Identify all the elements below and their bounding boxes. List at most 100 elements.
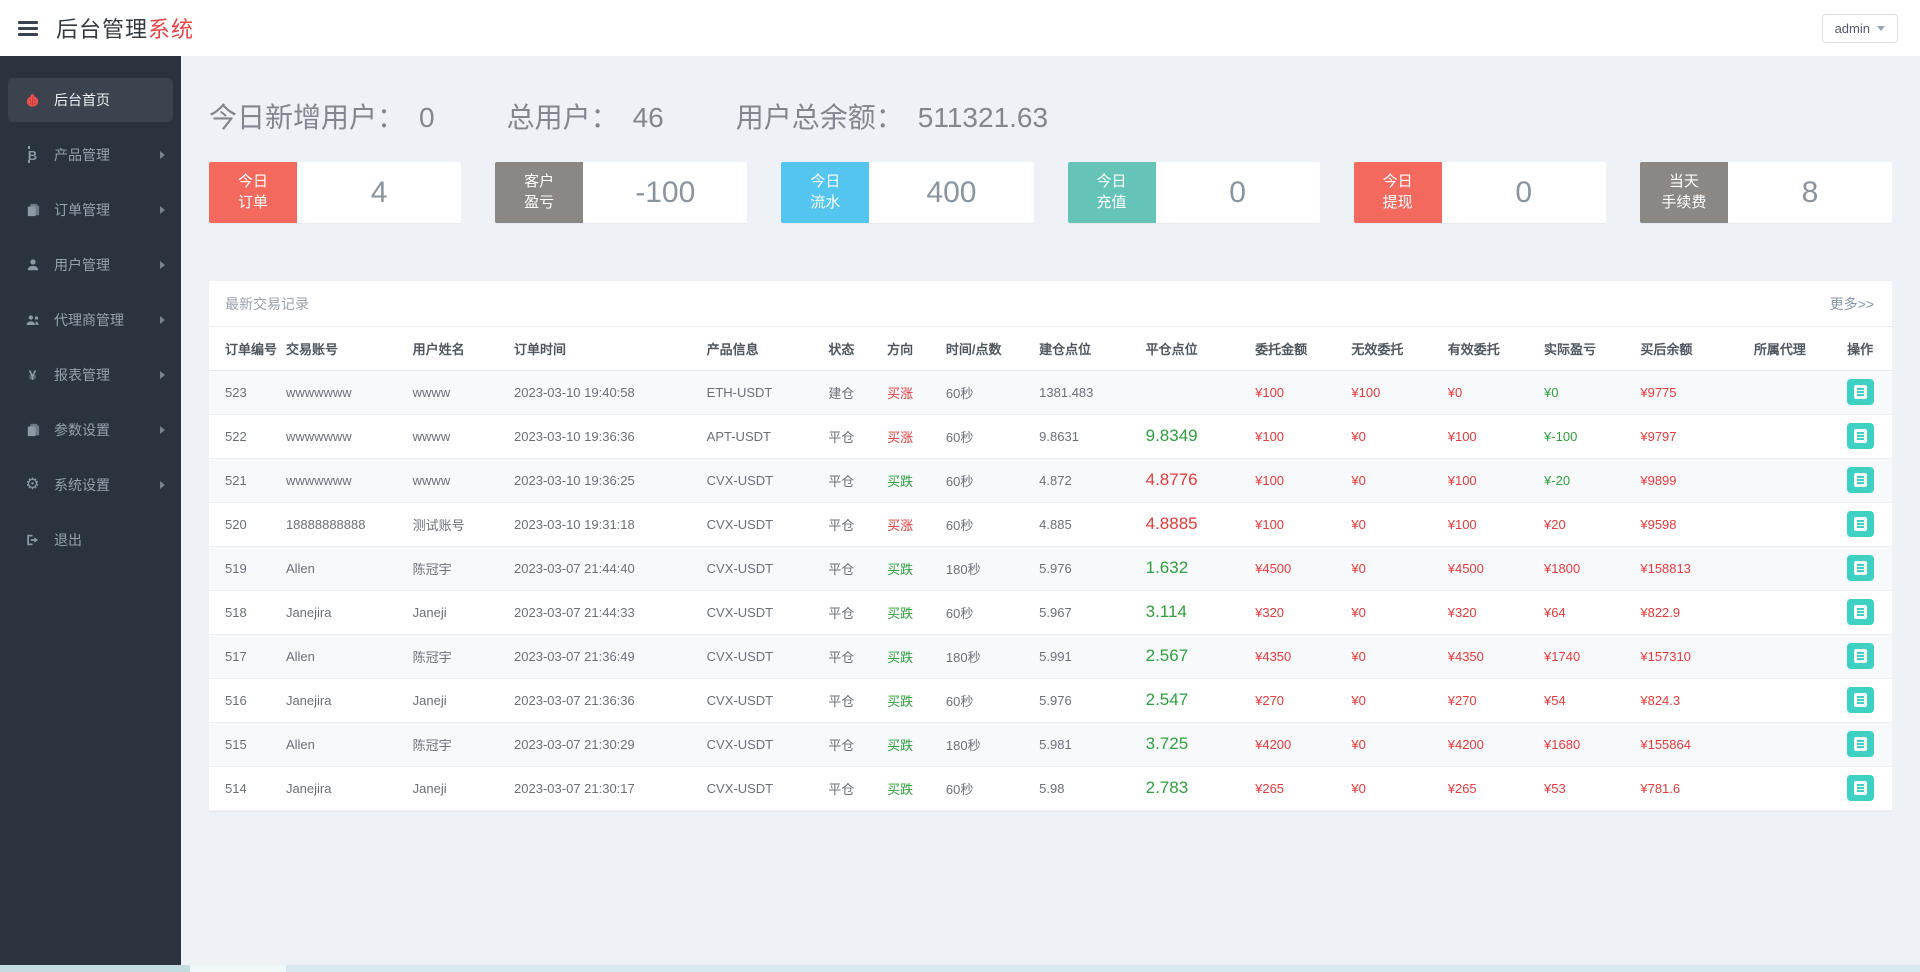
table-cell	[1746, 370, 1839, 414]
row-detail-button[interactable]	[1847, 643, 1874, 669]
table-cell: 5.981	[1031, 722, 1137, 766]
column-header: 产品信息	[699, 327, 821, 370]
row-detail-button[interactable]	[1847, 467, 1874, 493]
stat-card-label: 今日订单	[209, 162, 297, 223]
table-cell	[1746, 590, 1839, 634]
table-cell: ¥4350	[1440, 634, 1536, 678]
sidebar-item-users[interactable]: 用户管理	[0, 243, 181, 287]
table-cell-actions	[1839, 722, 1892, 766]
table-cell: 2.547	[1138, 678, 1247, 722]
chevron-right-icon	[160, 481, 165, 489]
summary-stat-label: 今日新增用户：	[209, 96, 405, 136]
summary-stat-value: 511321.63	[918, 102, 1048, 134]
table-row: 522wwwwwwwwwww2023-03-10 19:36:36APT-USD…	[209, 414, 1892, 458]
sidebar-item-orders[interactable]: 订单管理	[0, 188, 181, 232]
table-cell: 买涨	[879, 414, 938, 458]
chevron-right-icon	[160, 316, 165, 324]
sidebar-item-system[interactable]: 系统设置	[0, 463, 181, 507]
panel-title: 最新交易记录	[225, 294, 309, 314]
ladybug-icon	[24, 93, 41, 108]
list-icon	[1854, 385, 1867, 399]
row-detail-button[interactable]	[1847, 379, 1874, 405]
sidebar-item-products[interactable]: 产品管理	[0, 133, 181, 177]
table-cell	[1138, 370, 1247, 414]
sidebar-item-reports[interactable]: 报表管理	[0, 353, 181, 397]
table-cell: 180秒	[938, 546, 1031, 590]
column-header: 无效委托	[1343, 327, 1439, 370]
sidebar-item-home[interactable]: 后台首页	[8, 78, 173, 122]
table-cell: ¥155864	[1632, 722, 1746, 766]
row-detail-button[interactable]	[1847, 687, 1874, 713]
table-cell: 平仓	[820, 722, 879, 766]
table-cell: 522	[209, 414, 278, 458]
sidebar-item-params[interactable]: 参数设置	[0, 408, 181, 452]
stat-card-value: 0	[1156, 162, 1320, 223]
table-cell-actions	[1839, 678, 1892, 722]
column-header: 交易账号	[278, 327, 405, 370]
table-cell: 1.632	[1138, 546, 1247, 590]
table-cell: 5.976	[1031, 678, 1137, 722]
row-detail-button[interactable]	[1847, 731, 1874, 757]
list-icon	[1854, 781, 1867, 795]
sidebar-item-agents[interactable]: 代理商管理	[0, 298, 181, 342]
table-cell: 60秒	[938, 678, 1031, 722]
row-detail-button[interactable]	[1847, 599, 1874, 625]
copy-icon	[24, 423, 41, 437]
table-cell: ¥0	[1343, 502, 1439, 546]
scrollbar-thumb[interactable]	[0, 965, 190, 972]
table-cell: CVX-USDT	[699, 634, 821, 678]
table-cell: 平仓	[820, 766, 879, 810]
table-cell: ¥0	[1343, 546, 1439, 590]
table-cell: 买跌	[879, 722, 938, 766]
table-cell: ¥265	[1247, 766, 1343, 810]
sidebar-item-label: 产品管理	[54, 145, 147, 165]
table-cell: 买跌	[879, 546, 938, 590]
stat-card-value: 4	[297, 162, 461, 223]
table-cell: ¥9899	[1632, 458, 1746, 502]
hamburger-icon[interactable]	[18, 20, 40, 36]
sidebar-item-logout[interactable]: 退出	[0, 518, 181, 562]
table-cell: wwww	[405, 458, 506, 502]
table-cell	[1746, 546, 1839, 590]
stat-card-value: -100	[583, 162, 747, 223]
table-cell-actions	[1839, 502, 1892, 546]
row-detail-button[interactable]	[1847, 555, 1874, 581]
list-icon	[1854, 693, 1867, 707]
more-link[interactable]: 更多>>	[1830, 294, 1874, 314]
table-cell: 买涨	[879, 502, 938, 546]
table-cell: ¥100	[1247, 414, 1343, 458]
table-cell: 平仓	[820, 502, 879, 546]
table-cell: 3.114	[1138, 590, 1247, 634]
table-cell: 陈冠宇	[405, 634, 506, 678]
table-cell: ¥-100	[1536, 414, 1632, 458]
row-detail-button[interactable]	[1847, 775, 1874, 801]
table-cell: APT-USDT	[699, 414, 821, 458]
table-cell: CVX-USDT	[699, 590, 821, 634]
app-title: 后台管理系统	[56, 12, 194, 44]
table-cell: ¥100	[1247, 502, 1343, 546]
table-cell: 60秒	[938, 590, 1031, 634]
chevron-right-icon	[160, 206, 165, 214]
table-row: 516JanejiraJaneji2023-03-07 21:36:36CVX-…	[209, 678, 1892, 722]
row-detail-button[interactable]	[1847, 511, 1874, 537]
table-cell: 60秒	[938, 502, 1031, 546]
user-menu-button[interactable]: admin	[1822, 14, 1898, 43]
chevron-right-icon	[160, 371, 165, 379]
table-cell: CVX-USDT	[699, 722, 821, 766]
app-title-accent: 系统	[148, 17, 194, 42]
table-cell: ¥0	[1343, 590, 1439, 634]
table-cell: 2023-03-07 21:44:33	[506, 590, 699, 634]
table-cell: 180秒	[938, 722, 1031, 766]
table-row: 521wwwwwwwwwww2023-03-10 19:36:25CVX-USD…	[209, 458, 1892, 502]
main-content: 今日新增用户： 0 总用户： 46 用户总余额： 511321.63 今日订单4…	[181, 56, 1920, 965]
row-detail-button[interactable]	[1847, 423, 1874, 449]
table-cell: CVX-USDT	[699, 766, 821, 810]
bitcoin-icon	[24, 149, 41, 162]
table-cell: 180秒	[938, 634, 1031, 678]
table-cell: wwwwwww	[278, 370, 405, 414]
table-cell: 519	[209, 546, 278, 590]
list-icon	[1854, 605, 1867, 619]
table-cell: 4.872	[1031, 458, 1137, 502]
column-header: 操作	[1839, 327, 1892, 370]
stat-card: 今日流水400	[781, 162, 1033, 223]
